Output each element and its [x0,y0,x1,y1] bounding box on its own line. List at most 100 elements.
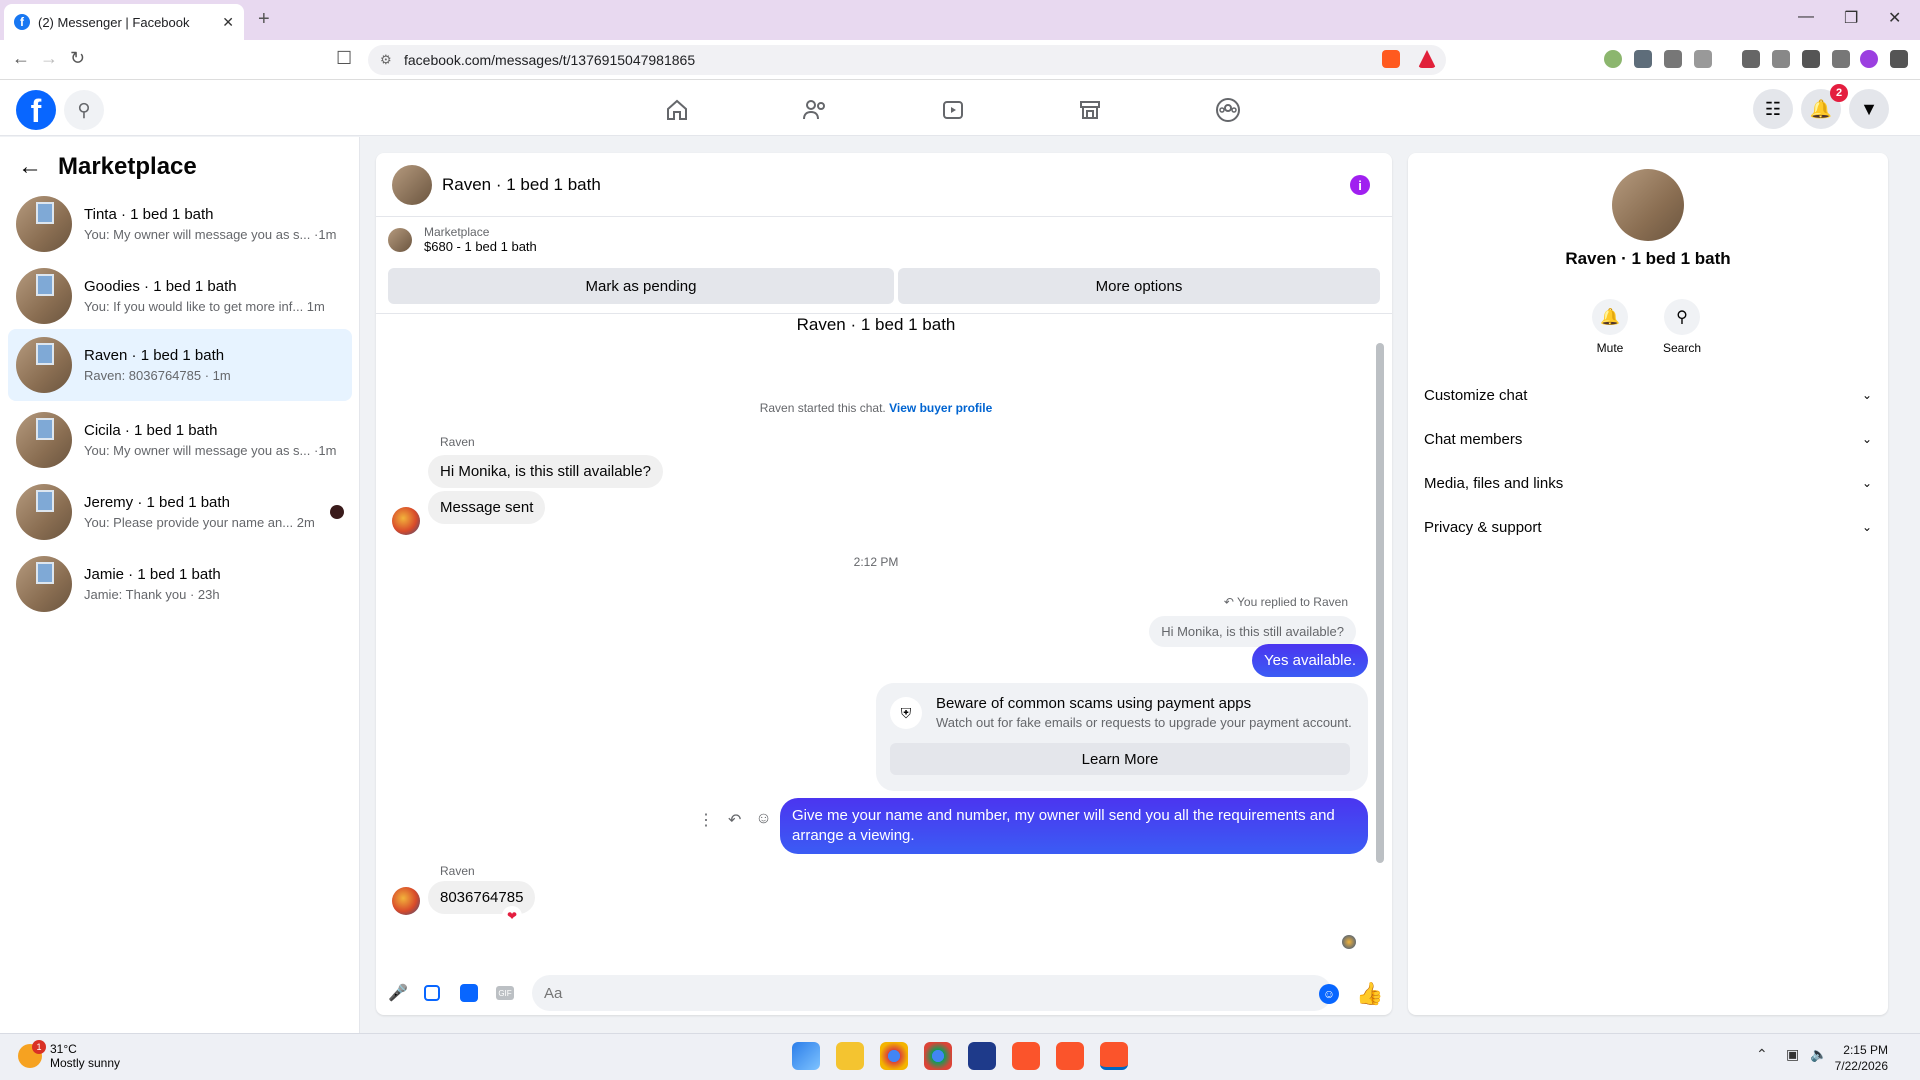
weather-text: Mostly sunny [50,1056,121,1070]
details-name: Raven · 1 bed 1 bath [1565,249,1731,268]
extension-icon[interactable] [1634,50,1652,68]
url-field[interactable]: ⚙ facebook.com/messages/t/13769150479818… [368,45,1446,75]
home-icon[interactable] [663,96,691,124]
media-files-links-section[interactable]: Media, files and links ⌄ [1424,461,1872,505]
mute-button[interactable]: 🔔 Mute [1580,299,1640,355]
bookmark-icon[interactable]: ☐ [336,48,352,69]
info-icon[interactable]: i [1350,175,1370,195]
avatar [16,268,72,324]
search-button[interactable]: ⚲ Search [1652,299,1712,355]
sender-avatar[interactable] [392,887,420,915]
scrollbar[interactable] [1376,343,1384,863]
microphone-icon[interactable]: 🎤 [388,983,408,1003]
outgoing-message[interactable]: Yes available. [1251,644,1368,677]
tab-close-icon[interactable]: ✕ [222,14,234,31]
chrome-profile-icon[interactable] [924,1042,952,1070]
forward-icon[interactable]: → [40,48,58,69]
search-icon[interactable]: ⚲ [64,90,104,130]
back-icon[interactable]: ← [12,48,30,69]
notepad-icon[interactable] [968,1042,996,1070]
avatar[interactable] [392,164,432,205]
profile-icon[interactable] [1860,50,1878,68]
friends-icon[interactable] [801,96,829,124]
gif-icon[interactable]: GIF [496,986,514,1000]
chrome-icon[interactable] [880,1042,908,1070]
photo-icon[interactable] [424,985,440,1001]
menu-icon[interactable] [1890,50,1908,68]
listing-label: Marketplace [424,225,490,239]
learn-more-button[interactable]: Learn More [890,743,1350,775]
clock-time: 2:15 PM [1843,1043,1888,1057]
view-buyer-profile-link[interactable]: View buyer profile [889,401,992,415]
reply-icon[interactable]: ↶ [728,810,741,830]
vpn-icon[interactable] [1832,50,1850,68]
chevron-up-icon[interactable]: ⌃ [1756,1046,1768,1063]
reload-icon[interactable]: ↻ [70,48,85,69]
conversation-item[interactable]: Cicila · 1 bed 1 bath You: My owner will… [8,405,352,475]
extension-icon[interactable] [1694,50,1712,68]
wallet-icon[interactable] [1772,50,1790,68]
incoming-message[interactable]: Hi Monika, is this still available? [428,455,663,488]
maximize-icon[interactable]: ❐ [1844,8,1858,28]
chat-header: Raven · 1 bed 1 bath i [376,153,1392,217]
more-options-button[interactable]: More options [898,268,1380,304]
avatar[interactable] [1612,169,1684,241]
chat-members-section[interactable]: Chat members ⌄ [1424,417,1872,461]
chevron-down-icon: ⌄ [1861,388,1872,402]
mark-pending-button[interactable]: Mark as pending [388,268,894,304]
network-icon[interactable]: ▣ [1786,1046,1799,1063]
sender-avatar[interactable] [392,507,420,535]
chevron-down-icon: ⌄ [1861,520,1872,534]
weather-widget[interactable]: 1 31°C Mostly sunny [18,1040,121,1070]
react-icon[interactable]: ☺ [755,810,771,830]
conversation-item[interactable]: Jamie · 1 bed 1 bath Jamie: Thank you · … [8,549,352,619]
conversation-item[interactable]: Tinta · 1 bed 1 bath You: My owner will … [8,189,352,259]
sidebar-icon[interactable] [1742,50,1760,68]
privacy-support-section[interactable]: Privacy & support ⌄ [1424,505,1872,549]
more-icon[interactable]: ⋮ [698,810,714,830]
conversation-item[interactable]: Jeremy · 1 bed 1 bath You: Please provid… [8,477,352,547]
leo-icon[interactable] [1802,50,1820,68]
minimize-icon[interactable]: — [1798,8,1814,26]
groups-icon[interactable] [1214,96,1242,124]
temperature: 31°C [50,1042,77,1056]
video-icon[interactable] [939,96,967,124]
brave-active-icon[interactable] [1100,1042,1128,1070]
window-close-icon[interactable]: ✕ [1888,8,1901,28]
file-explorer-icon[interactable] [836,1042,864,1070]
start-button-icon[interactable] [792,1042,820,1070]
puzzle-icon[interactable] [1664,50,1682,68]
marketplace-icon[interactable] [1076,96,1104,124]
browser-tab[interactable]: f (2) Messenger | Facebook ✕ [4,4,244,40]
heart-reaction-icon[interactable]: ❤ [502,906,522,926]
search-label: Search [1662,341,1702,355]
back-arrow-icon[interactable]: ← [18,153,42,181]
tab-title: (2) Messenger | Facebook [38,14,190,30]
site-info-icon[interactable]: ⚙ [380,52,392,68]
conversation-details-panel: Raven · 1 bed 1 bath 🔔 Mute ⚲ Search Cus… [1408,153,1888,1015]
brave-icon[interactable] [1012,1042,1040,1070]
incoming-message[interactable]: Message sent [428,491,546,524]
chat-title[interactable]: Raven · 1 bed 1 bath [442,175,601,195]
quoted-message[interactable]: Hi Monika, is this still available? [1149,616,1356,647]
system-clock[interactable]: 2:15 PM 7/22/2026 [1835,1042,1888,1074]
thumbs-up-icon[interactable]: 👍 [1356,981,1383,1007]
facebook-logo-icon[interactable]: f [16,90,56,130]
volume-icon[interactable]: 🔈 [1810,1046,1827,1063]
sticker-icon[interactable] [460,984,478,1002]
section-label: Customize chat [1424,386,1528,404]
listing-info[interactable]: Marketplace $680 - 1 bed 1 bath [388,225,537,254]
conversation-item-active[interactable]: Raven · 1 bed 1 bath Raven: 8036764785 ·… [8,329,352,401]
brave-shield-icon[interactable] [1382,50,1400,68]
brave-icon[interactable] [1056,1042,1084,1070]
customize-chat-section[interactable]: Customize chat ⌄ [1424,373,1872,417]
extension-icon[interactable] [1604,50,1622,68]
conversation-name: Jamie · 1 bed 1 bath [84,566,221,583]
outgoing-message[interactable]: Give me your name and number, my owner w… [780,798,1368,854]
emoji-icon[interactable]: ☺ [1319,984,1339,1004]
conversation-item[interactable]: Goodies · 1 bed 1 bath You: If you would… [8,261,352,331]
new-tab-button[interactable]: + [258,8,270,31]
account-dropdown-icon[interactable]: ▼ [1849,89,1889,129]
menu-grid-icon[interactable]: ☷ [1753,89,1793,129]
message-input[interactable] [532,975,1332,1011]
